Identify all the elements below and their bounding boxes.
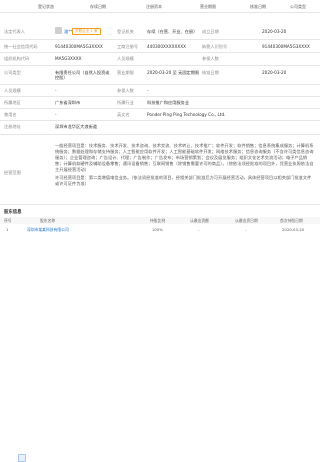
th-first: 首次持股日期: [280, 218, 303, 223]
divider: [0, 52, 320, 53]
cell-first-date: 2020-03-20: [282, 227, 305, 232]
value-status: 存续（在营、开业、在册）: [147, 29, 198, 34]
cell-ratio: 100%: [152, 227, 163, 232]
value-english-name: Ponder Ping Ping Technology Co., Ltd.: [147, 112, 226, 117]
divider: [0, 204, 320, 205]
label-taxpayer-id: 纳税人识别号: [202, 44, 228, 49]
th-name: 股东名称: [40, 218, 56, 223]
label-business-scope: 经营范围: [4, 170, 21, 175]
value-insured: -: [147, 88, 149, 93]
label-org-code: 组织机构代码: [4, 56, 30, 61]
divider: [0, 134, 320, 135]
label-reg-number: 工商注册号: [117, 44, 138, 49]
label-insured-count: 参保人数: [202, 56, 219, 61]
header-col2: 存续日期: [90, 4, 106, 9]
value-taxpayer-id: 91440300MA5G3XXXX: [262, 44, 310, 49]
label-insured: 参保人数: [117, 88, 134, 93]
divider: [0, 120, 320, 121]
label-approval-date: 核准日期: [202, 70, 219, 75]
label-industry: 所属行业: [117, 100, 134, 105]
label-registration-authority: 登记机关: [117, 29, 134, 34]
label-business-term: 营业期限: [117, 70, 134, 75]
label-staff: 人员规模: [4, 88, 21, 93]
label-staff-size: 人员规模: [117, 56, 134, 61]
header-col6: 公司类型: [290, 4, 306, 9]
company-logo-icon: [18, 454, 26, 462]
label-company-type: 公司类型: [4, 70, 21, 75]
value-credit-code: 91440300MA5G3XXXX: [55, 44, 103, 49]
th-amount: 认缴出资额: [190, 218, 209, 223]
label-region: 所属地区: [4, 100, 21, 105]
divider: [0, 12, 320, 13]
divider: [0, 108, 320, 109]
value-approval-date: 2020-03-20: [262, 70, 287, 75]
header-col4: 营业期限: [200, 4, 216, 9]
table-row[interactable]: 1 深圳市某某科技有限公司 100% - - 2020-03-20: [0, 226, 320, 462]
section-title: 股东信息: [4, 210, 22, 215]
value-org-code: MA5G3XXXX: [55, 56, 82, 61]
value-established: 2020-03-20: [262, 29, 287, 34]
avatar: [55, 27, 62, 34]
label-credit-code: 统一社会信用代码: [4, 44, 38, 49]
business-scope-text: 一般经营项目是：技术服务、技术开发、技术咨询、技术交流、技术转让、技术推广；软件…: [55, 143, 315, 189]
shareholder-table-header: 序号 股东名称 持股比例 认缴出资额 认缴出资日期 首次持股日期: [0, 217, 320, 224]
label-english-name: 英文名: [117, 112, 130, 117]
scope-paragraph: 许可经营项目是：第二类增值电信业务。（依法须经批准的项目，经相关部门批准后方可开…: [55, 175, 312, 186]
table-header-strip: 登记状态 存续日期 注册资本 营业期限 核准日期 公司类型: [0, 3, 320, 10]
value-industry: 科技推广和应用服务业: [147, 100, 189, 105]
th-date: 认缴出资日期: [235, 218, 258, 223]
value-address: 深圳市龙华区大浪街道: [55, 124, 97, 129]
value-reg-number: 440300XXXXXXXX: [147, 44, 186, 49]
header-col3: 注册资本: [146, 4, 162, 9]
value-company-type: 有限责任公司（自然人投资或控股）: [55, 70, 110, 80]
company-info-page: 登记状态 存续日期 注册资本 营业期限 核准日期 公司类型 法定代表人 潘** …: [0, 0, 320, 462]
label-legal-rep: 法定代表人: [4, 29, 25, 34]
label-address: 注册地址: [4, 124, 21, 129]
label-established: 成立日期: [202, 29, 219, 34]
value-business-term: 2020-03-20 至 无固定期限: [147, 70, 200, 75]
divider: [0, 96, 320, 97]
cell-date: -: [245, 227, 247, 232]
related-companies-tag[interactable]: 关联企业 1 家: [72, 28, 101, 35]
divider: [0, 65, 320, 66]
th-index: 序号: [4, 218, 12, 223]
label-former-name: 曾用名: [4, 112, 17, 117]
cell-index: 1: [6, 227, 9, 232]
divider: [0, 39, 320, 40]
header-col1: 登记状态: [38, 4, 54, 9]
cell-amount: -: [198, 227, 200, 232]
value-staff: -: [55, 88, 57, 93]
value-region: 广东省深圳市: [55, 100, 81, 105]
divider: [0, 84, 320, 85]
value-former-name: -: [55, 112, 57, 117]
cell-shareholder-name[interactable]: 深圳市某某科技有限公司: [27, 227, 69, 232]
scope-paragraph: 一般经营项目是：技术服务、技术开发、技术咨询、技术交流、技术转让、技术推广；软件…: [55, 143, 314, 172]
header-col5: 核准日期: [250, 4, 266, 9]
th-ratio: 持股比例: [150, 218, 166, 223]
